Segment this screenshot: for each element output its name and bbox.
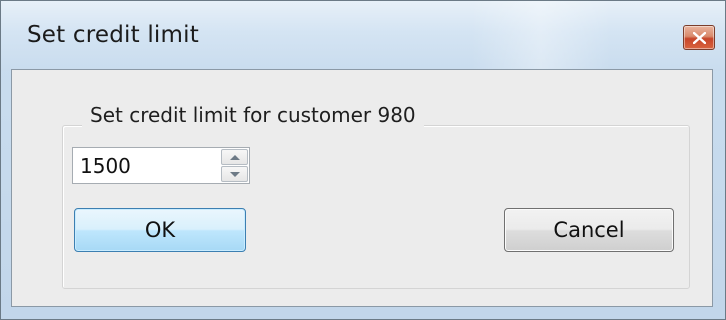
- close-icon: [693, 32, 706, 44]
- credit-limit-value[interactable]: 1500: [80, 154, 131, 178]
- increment-button[interactable]: [221, 149, 248, 165]
- groupbox-label: Set credit limit for customer 980: [82, 103, 424, 127]
- close-button[interactable]: [683, 25, 715, 50]
- dialog-body: Set credit limit for customer 980 1500 O…: [11, 69, 713, 307]
- ok-button[interactable]: OK: [74, 208, 246, 252]
- credit-limit-numeric-input[interactable]: 1500: [72, 147, 250, 184]
- dialog-window: Set credit limit Set credit limit for cu…: [0, 0, 726, 320]
- decrement-button[interactable]: [221, 166, 248, 182]
- chevron-up-icon: [230, 155, 240, 160]
- window-title: Set credit limit: [27, 22, 199, 48]
- spinner: [221, 149, 248, 182]
- chevron-down-icon: [230, 172, 240, 177]
- title-bar[interactable]: Set credit limit: [1, 1, 725, 71]
- cancel-button[interactable]: Cancel: [504, 208, 674, 252]
